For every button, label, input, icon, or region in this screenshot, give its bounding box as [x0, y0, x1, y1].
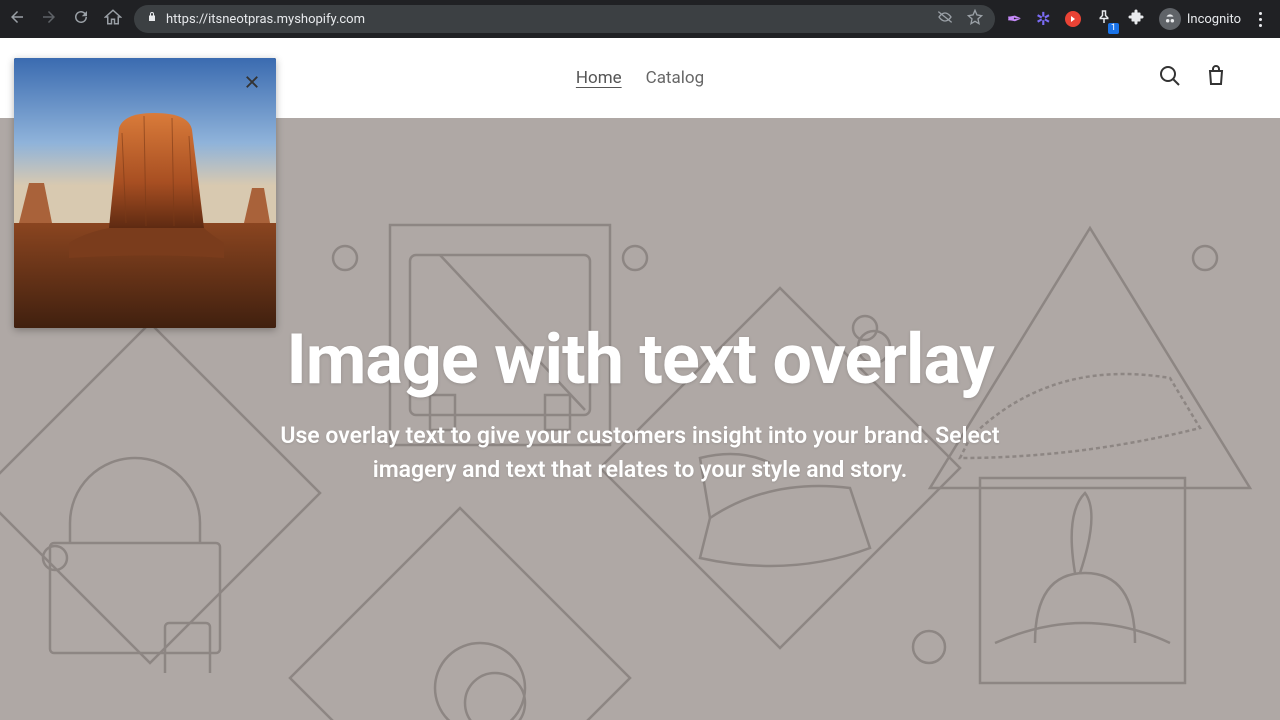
incognito-indicator[interactable]: Incognito — [1159, 8, 1241, 30]
popup-close-button[interactable] — [238, 68, 266, 96]
hero-subtitle: Use overlay text to give your customers … — [240, 419, 1040, 488]
ext-pinned-icon[interactable]: 1 — [1095, 8, 1113, 30]
search-icon[interactable] — [1158, 64, 1182, 92]
browser-chrome: https://itsneotpras.myshopify.com ✒ ✲ 1 … — [0, 0, 1280, 38]
eye-off-icon[interactable] — [937, 9, 953, 29]
ext-gear-icon[interactable]: ✲ — [1036, 9, 1051, 30]
url-text: https://itsneotpras.myshopify.com — [166, 12, 929, 27]
popup-image — [14, 58, 276, 328]
popup-overlay — [14, 58, 276, 328]
incognito-icon — [1159, 8, 1181, 30]
extensions-icon[interactable] — [1127, 8, 1145, 30]
ext-badge: 1 — [1108, 23, 1119, 34]
chrome-menu-button[interactable] — [1255, 12, 1266, 27]
star-icon[interactable] — [967, 9, 983, 29]
extensions-tray: ✒ ✲ 1 Incognito — [1007, 8, 1272, 30]
address-bar[interactable]: https://itsneotpras.myshopify.com — [134, 5, 995, 33]
nav-home[interactable]: Home — [576, 68, 622, 88]
nav-buttons — [8, 8, 122, 30]
addr-right-icons — [937, 9, 983, 29]
main-nav: Home Catalog — [576, 68, 704, 88]
header-actions — [1158, 64, 1228, 92]
back-button[interactable] — [8, 8, 26, 30]
cart-icon[interactable] — [1204, 64, 1228, 92]
forward-button[interactable] — [40, 8, 58, 30]
incognito-label: Incognito — [1187, 12, 1241, 27]
hero-title: Image with text overlay — [286, 319, 993, 401]
ext-feather-icon[interactable]: ✒ — [1007, 9, 1022, 30]
home-button[interactable] — [104, 8, 122, 30]
ext-video-icon[interactable] — [1065, 11, 1081, 27]
lock-icon — [146, 11, 158, 27]
reload-button[interactable] — [72, 8, 90, 30]
nav-catalog[interactable]: Catalog — [646, 68, 705, 88]
